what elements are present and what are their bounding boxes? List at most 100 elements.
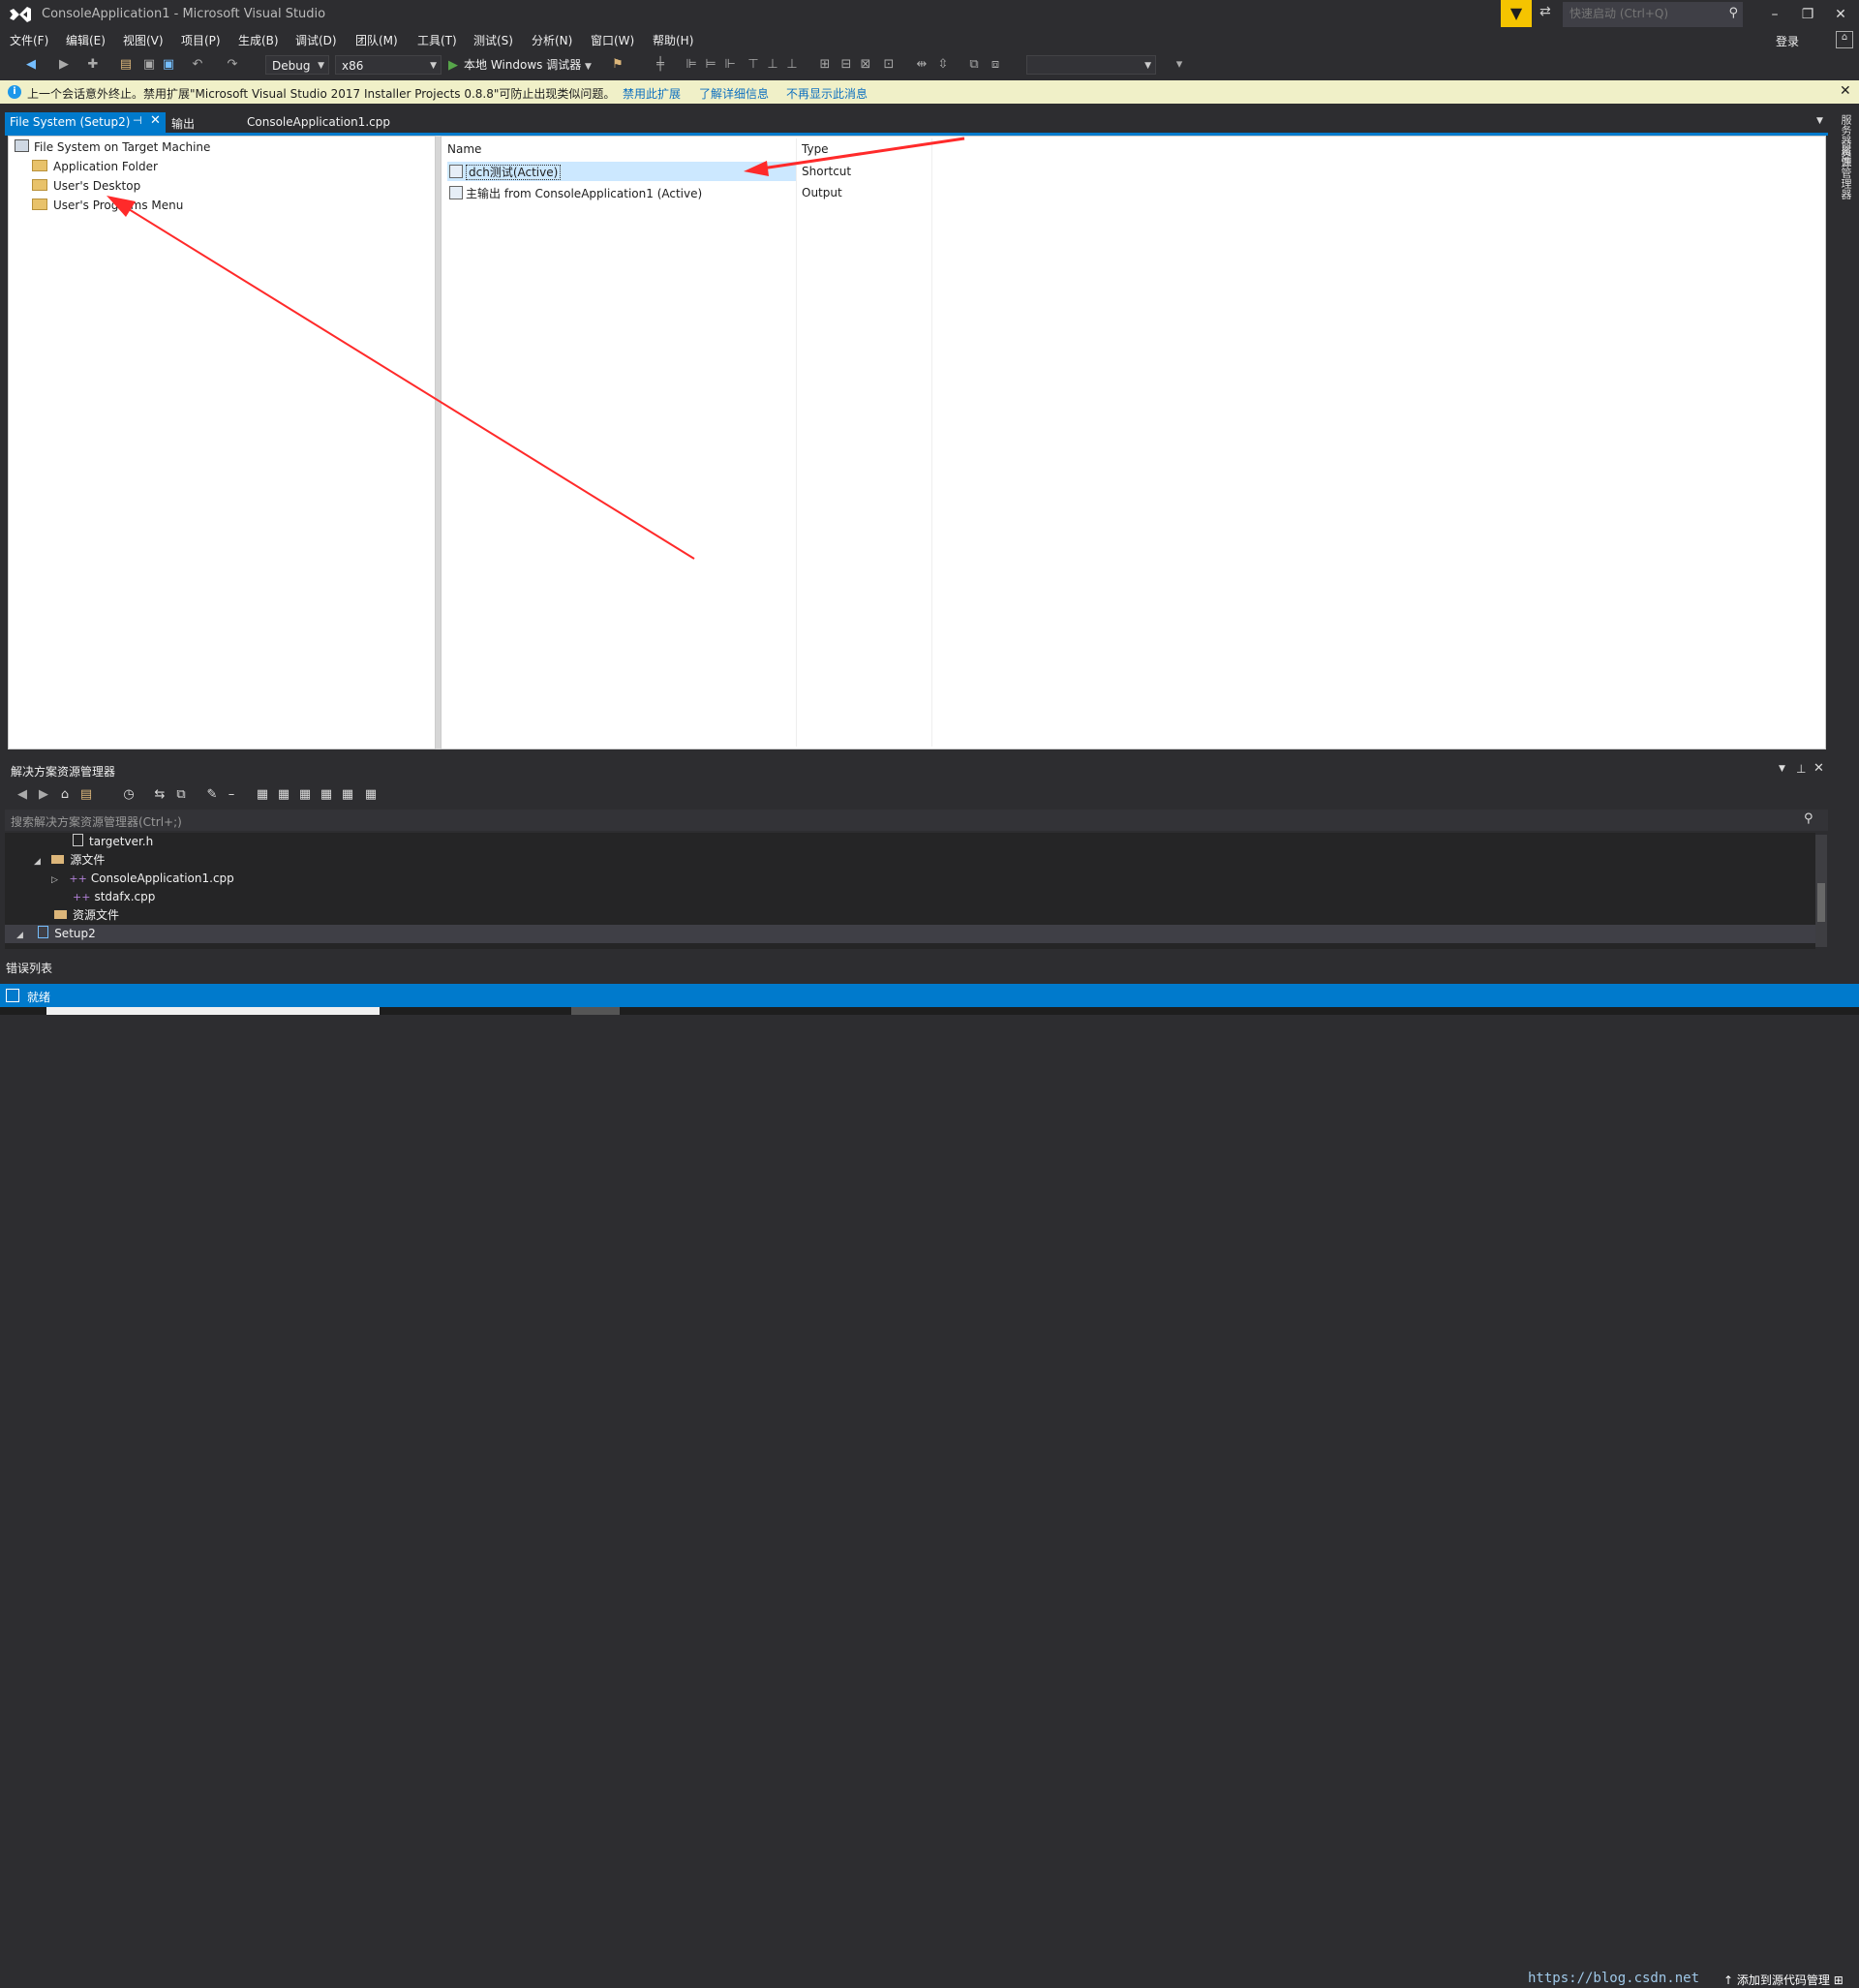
align-left-icon[interactable]: ⊫ <box>684 57 699 73</box>
disable-extension-link[interactable]: 禁用此扩展 <box>623 85 681 102</box>
redo-icon[interactable]: ↷ <box>225 57 240 73</box>
align-center-icon[interactable]: ⊨ <box>703 57 718 73</box>
open-file-icon[interactable]: ▤ <box>118 57 134 73</box>
add-to-source-control-button[interactable]: ↑ 添加到源代码管理 ⊞ <box>1723 1972 1844 1988</box>
sign-in-link[interactable]: 登录 <box>1776 33 1799 49</box>
new-project-icon[interactable]: ✚ <box>85 57 101 73</box>
platform-select[interactable]: x86 ▼ <box>335 55 442 75</box>
account-icon[interactable]: ⌂ <box>1836 31 1853 48</box>
registry-editor-icon[interactable]: ▦ <box>276 787 291 803</box>
tree-item-application-folder[interactable]: Application Folder <box>32 158 158 175</box>
tree-item-stdafx-cpp[interactable]: ++ stdafx.cpp <box>73 888 155 906</box>
close-button[interactable]: ✕ <box>1826 4 1855 25</box>
make-same-height-icon[interactable]: ⊟ <box>838 57 854 73</box>
tree-item-users-programs-menu[interactable]: User's Programs Menu <box>32 197 183 214</box>
align-middle-icon[interactable]: ⊥ <box>765 57 780 73</box>
forward-icon[interactable]: ▶ <box>36 787 51 803</box>
scrollbar-thumb[interactable] <box>1817 883 1825 922</box>
empty-toolbar-combo[interactable]: ▼ <box>1026 55 1156 75</box>
pending-changes-icon[interactable]: ◷ <box>121 787 137 803</box>
maximize-button[interactable]: ❐ <box>1793 4 1822 25</box>
undo-icon[interactable]: ↶ <box>190 57 205 73</box>
menu-edit[interactable]: 编辑(E) <box>66 32 106 48</box>
menu-build[interactable]: 生成(B) <box>238 32 279 48</box>
minimize-button[interactable]: – <box>1760 4 1789 25</box>
search-icon[interactable]: ⚲ <box>1804 811 1813 826</box>
window-position-dropdown-icon[interactable]: ▼ <box>1779 764 1785 774</box>
notification-flag-icon[interactable]: ▼ <box>1501 0 1532 27</box>
menu-debug[interactable]: 调试(D) <box>295 32 337 48</box>
taskbar-search-box[interactable] <box>46 1007 380 1015</box>
make-same-size-icon[interactable]: ⊠ <box>858 57 873 73</box>
tree-item-users-desktop[interactable]: User's Desktop <box>32 177 140 195</box>
expand-arrow-icon[interactable]: ◢ <box>16 931 23 940</box>
feedback-icon[interactable]: ⇄ <box>1539 4 1559 23</box>
taskbar-item[interactable] <box>571 1007 620 1015</box>
solution-platforms-icon[interactable]: ⚑ <box>610 57 625 73</box>
bring-to-front-icon[interactable]: ⧉ <box>966 57 982 73</box>
navigate-forward-icon[interactable]: ▶ <box>56 57 72 73</box>
tree-item-targetver[interactable]: targetver.h <box>73 833 153 851</box>
menu-team[interactable]: 团队(M) <box>355 32 398 48</box>
solution-explorer-search[interactable]: 搜索解决方案资源管理器(Ctrl+;) ⚲ <box>5 810 1828 831</box>
make-same-width-icon[interactable]: ⊞ <box>817 57 833 73</box>
back-icon[interactable]: ◀ <box>15 787 30 803</box>
size-to-grid-icon[interactable]: ⊡ <box>881 57 897 73</box>
send-to-back-icon[interactable]: ⧈ <box>988 57 1003 73</box>
align-top-icon[interactable]: ⊤ <box>746 57 761 73</box>
toolbar-options-icon[interactable]: ▾ <box>1172 57 1187 73</box>
menu-project[interactable]: 项目(P) <box>181 32 221 48</box>
user-interface-editor-icon[interactable]: ▦ <box>319 787 334 803</box>
dont-show-again-link[interactable]: 不再显示此消息 <box>786 85 868 102</box>
collapse-arrow-icon[interactable]: ▷ <box>51 875 58 885</box>
home-icon[interactable]: ⌂ <box>57 787 73 803</box>
horizontal-spacing-icon[interactable]: ⇹ <box>914 57 930 73</box>
save-all-icon[interactable]: ▣ <box>161 57 176 73</box>
align-icon[interactable]: ╪ <box>653 57 668 73</box>
switch-views-icon[interactable]: ▤ <box>78 787 94 803</box>
tree-item-setup2[interactable]: ◢ Setup2 <box>5 925 1815 943</box>
menu-file[interactable]: 文件(F) <box>10 32 48 48</box>
align-bottom-icon[interactable]: ⊥ <box>784 57 800 73</box>
sync-icon[interactable]: ⇆ <box>152 787 168 803</box>
tab-list-dropdown-icon[interactable]: ▼ <box>1816 116 1823 126</box>
custom-actions-editor-icon[interactable]: ▦ <box>340 787 355 803</box>
quick-launch[interactable]: ⚲ <box>1563 2 1743 27</box>
tab-error-list[interactable]: 错误列表 <box>6 960 52 976</box>
save-icon[interactable]: ▣ <box>141 57 157 73</box>
minus-icon[interactable]: – <box>224 787 239 803</box>
launch-conditions-editor-icon[interactable]: ▦ <box>363 787 379 803</box>
menu-help[interactable]: 帮助(H) <box>653 32 693 48</box>
column-header-type[interactable]: Type <box>802 142 829 156</box>
file-system-editor-icon[interactable]: ▦ <box>255 787 270 803</box>
menu-view[interactable]: 视图(V) <box>123 32 164 48</box>
tree-item-source-files[interactable]: ◢ 源文件 <box>34 851 105 870</box>
tab-cpp-file[interactable]: ConsoleApplication1.cpp <box>247 115 390 129</box>
tab-output[interactable]: 输出 <box>171 115 195 132</box>
list-item[interactable]: dch测试(Active) Shortcut <box>447 162 1416 181</box>
close-icon[interactable]: ✕ <box>150 113 161 128</box>
collapse-all-icon[interactable]: ⧉ <box>173 787 189 803</box>
navigate-back-icon[interactable]: ◀ <box>23 57 39 73</box>
tree-item-consoleapplication-cpp[interactable]: ▷ ++ ConsoleApplication1.cpp <box>51 870 234 888</box>
vertical-spacing-icon[interactable]: ⇳ <box>935 57 951 73</box>
learn-more-link[interactable]: 了解详细信息 <box>699 85 769 102</box>
menu-tools[interactable]: 工具(T) <box>417 32 457 48</box>
align-right-icon[interactable]: ⊩ <box>722 57 738 73</box>
list-item[interactable]: 主输出 from ConsoleApplication1 (Active) Ou… <box>447 183 1416 202</box>
properties-tab[interactable]: 属性 <box>1838 145 1853 167</box>
close-icon[interactable]: ✕ <box>1813 761 1824 776</box>
configuration-select[interactable]: Debug ▼ <box>265 55 329 75</box>
search-icon[interactable]: ⚲ <box>1728 6 1738 20</box>
start-debugging-button[interactable]: ▶ 本地 Windows 调试器 ▼ <box>448 55 592 75</box>
properties-wrench-icon[interactable]: ✎ <box>204 787 220 803</box>
menu-window[interactable]: 窗口(W) <box>591 32 634 48</box>
tree-root[interactable]: File System on Target Machine <box>15 138 210 156</box>
close-icon[interactable]: ✕ <box>1840 83 1851 99</box>
file-types-editor-icon[interactable]: ▦ <box>297 787 313 803</box>
quick-launch-input[interactable] <box>1564 3 1721 24</box>
menu-analyze[interactable]: 分析(N) <box>532 32 572 48</box>
pin-icon[interactable]: ⊥ <box>1796 762 1806 776</box>
column-header-name[interactable]: Name <box>447 142 481 156</box>
pin-icon[interactable]: ⊣ <box>133 114 142 127</box>
